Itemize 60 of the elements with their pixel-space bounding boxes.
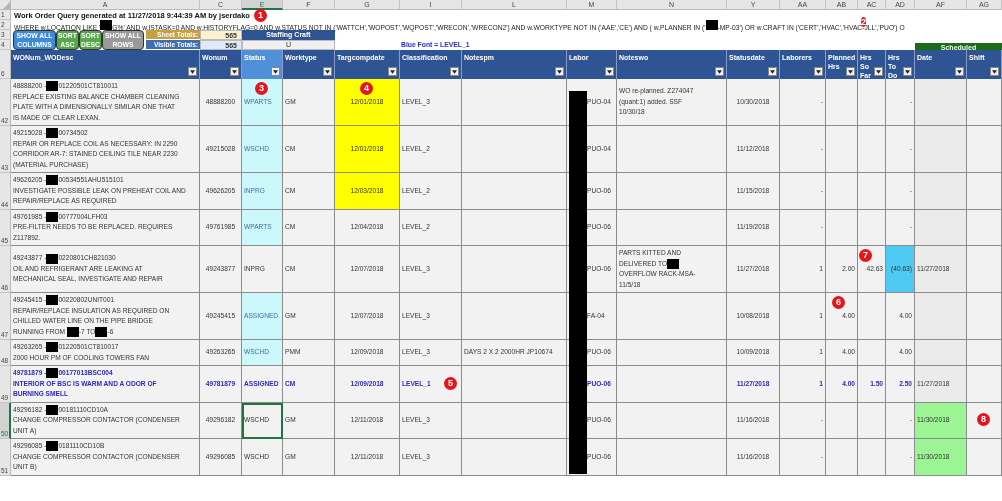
caret-icon [876,69,881,74]
caret-icon [557,69,562,74]
redaction-mark [100,19,113,30]
redaction-mark [46,81,59,92]
filter-dropdown-button[interactable] [874,67,883,76]
filter-dropdown-button[interactable] [768,67,777,76]
caret-icon [232,69,237,74]
filter-dropdown-button[interactable] [990,67,999,76]
callout-badge: 5 [444,376,457,390]
caret-icon [273,69,278,74]
filter-dropdown-button[interactable] [555,67,564,76]
redaction-mark [46,368,59,379]
caret-icon [816,69,821,74]
callout-badge: 3 [255,82,268,95]
caret-icon [325,69,330,74]
caret-icon [770,69,775,74]
caret-icon [957,69,962,74]
caret-icon [992,69,997,74]
filter-dropdown-button[interactable] [814,67,823,76]
callout-badge: 2 [861,17,866,27]
table-cell [967,126,1002,173]
redaction-mark [46,342,59,353]
caret-icon [905,69,910,74]
filter-dropdown-button[interactable] [903,67,912,76]
caret-icon [607,69,612,74]
filter-dropdown-button[interactable] [230,67,239,76]
filter-dropdown-button[interactable] [605,67,614,76]
caret-icon [190,69,195,74]
filter-dropdown-button[interactable] [450,67,459,76]
caret-icon [390,69,395,74]
redaction-mark [46,128,59,139]
filter-dropdown-button[interactable] [715,67,724,76]
redaction-mark [46,295,59,306]
filter-dropdown-button[interactable] [846,67,855,76]
filter-dropdown-button[interactable] [271,67,280,76]
table-cell [967,340,1002,366]
redaction-mark [705,19,718,30]
caret-icon [452,69,457,74]
caret-icon [848,69,853,74]
callout-badge: 4 [360,82,373,95]
redaction-mark [46,211,59,222]
redaction-mark [46,175,59,186]
table-cell [967,79,1002,126]
filter-dropdown-button[interactable] [955,67,964,76]
caret-icon [717,69,722,74]
redaction-mark [667,258,680,269]
redaction-mark [66,326,79,337]
redaction-mark [46,253,59,264]
redaction-mark [46,404,59,415]
filter-dropdown-button[interactable] [388,67,397,76]
filter-dropdown-button[interactable] [188,67,197,76]
table-cell [967,209,1002,246]
callout-badge: 6 [832,296,845,309]
filter-dropdown-button[interactable] [323,67,332,76]
redaction-mark [46,441,59,452]
redaction-mark [95,326,108,337]
table-cell [967,293,1002,340]
table-cell [967,173,1002,210]
callout-badge: 7 [859,249,872,262]
callout-badge: 8 [977,413,990,427]
